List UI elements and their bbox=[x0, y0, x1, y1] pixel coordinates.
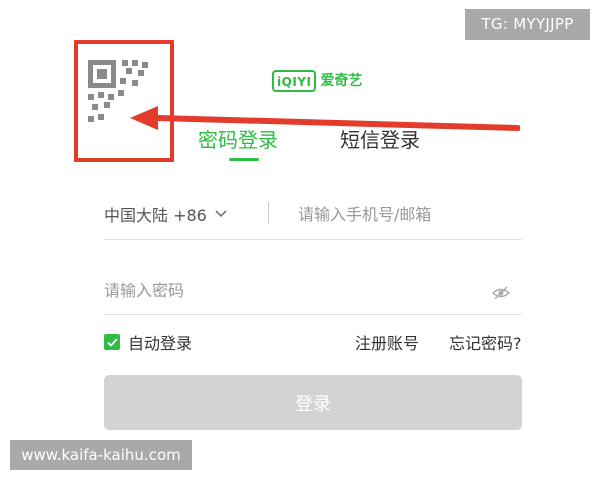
tab-password-login[interactable]: 密码登录 bbox=[198, 126, 278, 154]
annotation-arrow bbox=[130, 106, 520, 131]
register-link[interactable]: 注册账号 bbox=[355, 330, 419, 354]
field-divider bbox=[268, 202, 269, 224]
watermark-site: www.kaifa-kaihu.com bbox=[10, 440, 192, 470]
password-field-underline bbox=[104, 314, 522, 315]
auto-login-toggle[interactable]: 自动登录 bbox=[104, 330, 192, 354]
active-tab-indicator bbox=[229, 158, 259, 161]
phone-field-underline bbox=[104, 239, 522, 240]
forgot-password-link[interactable]: 忘记密码? bbox=[449, 330, 522, 354]
country-code-select[interactable]: 中国大陆 +86 bbox=[104, 202, 227, 226]
login-button[interactable]: 登录 bbox=[104, 375, 522, 430]
auto-login-checkbox[interactable] bbox=[104, 334, 120, 350]
password-input[interactable] bbox=[104, 276, 474, 304]
check-icon bbox=[106, 337, 118, 347]
iqiyi-logo: iQIYI 爱奇艺 bbox=[272, 68, 362, 94]
tab-sms-login[interactable]: 短信登录 bbox=[340, 126, 420, 154]
logo-badge: iQIYI bbox=[272, 70, 317, 92]
chevron-down-icon bbox=[215, 210, 227, 218]
logo-text: 爱奇艺 bbox=[320, 73, 363, 89]
eye-slash-icon[interactable] bbox=[492, 286, 510, 300]
country-code-label: 中国大陆 +86 bbox=[104, 206, 207, 225]
auto-login-label: 自动登录 bbox=[128, 334, 193, 353]
watermark-tg: TG: MYYJJPP bbox=[465, 9, 590, 40]
phone-email-input[interactable] bbox=[298, 200, 518, 228]
